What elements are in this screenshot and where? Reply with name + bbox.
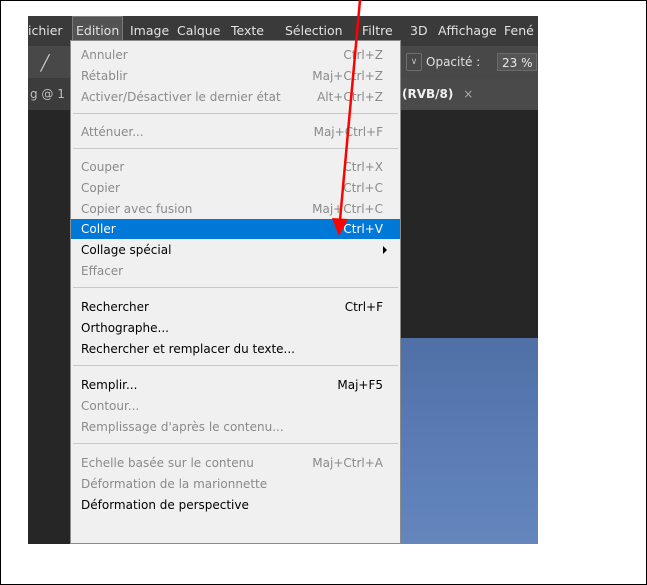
menu-item-remplissage-contenu[interactable]: Remplissage d'après le contenu... xyxy=(71,417,400,437)
menu-item-orthographe[interactable]: Orthographe... xyxy=(71,318,400,338)
menu-3d[interactable]: 3D xyxy=(410,16,428,46)
menu-separator xyxy=(73,443,398,444)
menu-item-rechercher-remplacer[interactable]: Rechercher et remplacer du texte... xyxy=(71,339,400,359)
menu-affichage[interactable]: Affichage xyxy=(438,16,497,46)
menu-item-activer-dernier-etat[interactable]: Activer/Désactiver le dernier état Alt+C… xyxy=(71,87,400,107)
menu-fenetre[interactable]: Fené xyxy=(504,16,534,46)
menu-item-deformation-marionnette[interactable]: Déformation de la marionnette xyxy=(71,474,400,494)
menu-separator xyxy=(73,365,398,366)
menu-item-annuler[interactable]: Annuler Ctrl+Z xyxy=(71,45,400,65)
menu-fichier[interactable]: ichier xyxy=(28,16,63,46)
document-mode: (RVB/8) xyxy=(402,87,454,101)
menu-item-remplir[interactable]: Remplir... Maj+F5 xyxy=(71,375,400,395)
menu-item-contour[interactable]: Contour... xyxy=(71,396,400,416)
document-tab-active[interactable]: (RVB/8) × xyxy=(398,78,538,110)
menu-item-effacer[interactable]: Effacer xyxy=(71,261,400,281)
menu-separator xyxy=(73,287,398,288)
menu-item-coller[interactable]: Coller Ctrl+V xyxy=(71,219,400,239)
menu-item-echelle-contenu[interactable]: Echelle basée sur le contenu Maj+Ctrl+A xyxy=(71,453,400,473)
opacity-field[interactable]: 23 % xyxy=(497,53,537,71)
document-tab-left[interactable]: g @ 1 xyxy=(28,78,65,110)
menu-separator xyxy=(73,113,398,114)
menu-item-rechercher[interactable]: Rechercher Ctrl+F xyxy=(71,297,400,317)
menu-item-couper[interactable]: Couper Ctrl+X xyxy=(71,157,400,177)
chevron-down-icon[interactable]: ∨ xyxy=(406,53,422,71)
menu-item-copier[interactable]: Copier Ctrl+C xyxy=(71,178,400,198)
menu-item-retablir[interactable]: Rétablir Maj+Ctrl+Z xyxy=(71,66,400,86)
document-canvas[interactable] xyxy=(400,338,538,544)
menu-item-collage-special[interactable]: Collage spécial xyxy=(71,240,400,260)
brush-icon[interactable]: ╱ xyxy=(34,52,56,74)
menu-separator xyxy=(73,148,398,149)
menu-item-deformation-perspective[interactable]: Déformation de perspective xyxy=(71,495,400,515)
opacity-label: Opacité : xyxy=(426,55,481,69)
submenu-arrow-icon xyxy=(383,246,387,254)
close-icon[interactable]: × xyxy=(463,87,473,101)
menu-item-copier-fusion[interactable]: Copier avec fusion Maj+Ctrl+C xyxy=(71,199,400,219)
menu-item-attenuer[interactable]: Atténuer... Maj+Ctrl+F xyxy=(71,122,400,142)
edition-menu: Annuler Ctrl+Z Rétablir Maj+Ctrl+Z Activ… xyxy=(70,40,401,544)
